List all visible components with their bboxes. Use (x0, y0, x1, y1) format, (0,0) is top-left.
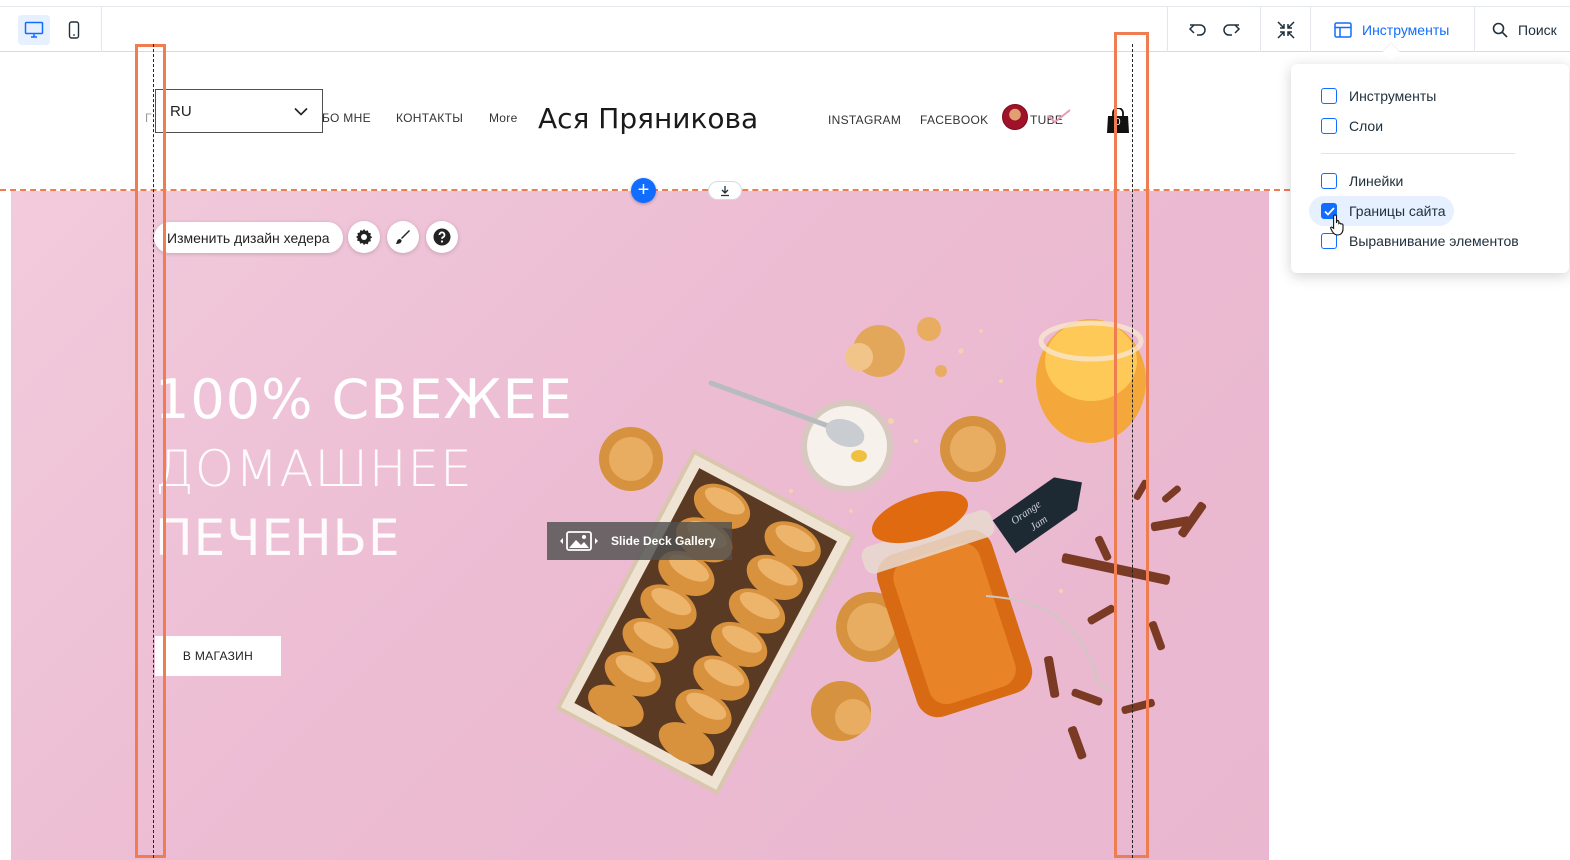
download-icon (721, 185, 729, 196)
tools-item-layers[interactable]: Слои (1321, 114, 1383, 138)
redo-button[interactable] (1215, 15, 1247, 45)
jam-tag: Orange Jam (992, 477, 1082, 554)
undo-icon (1188, 24, 1206, 36)
tools-item-rulers[interactable]: Линейки (1321, 169, 1403, 193)
check-mark-icon (1047, 109, 1071, 124)
avatar[interactable] (1002, 104, 1028, 130)
canvas-outside-area (1269, 191, 1570, 860)
tools-item-label: Выравнивание элементов (1349, 233, 1519, 249)
tools-item-alignment[interactable]: Выравнивание элементов (1321, 229, 1519, 253)
tools-item-label: Слои (1349, 118, 1384, 134)
language-selector[interactable]: RU (155, 89, 323, 133)
help-icon (433, 228, 451, 246)
edit-header-design-button[interactable]: Изменить дизайн хедера (154, 222, 343, 253)
toolbar-divider (1310, 7, 1311, 52)
search-icon (1492, 22, 1508, 38)
redo-icon (1223, 24, 1241, 36)
undo-button[interactable] (1182, 15, 1214, 45)
tools-item-label: Линейки (1349, 173, 1404, 189)
tools-panel-divider (1321, 153, 1515, 154)
editor-toolbar: Инструменты Поиск (0, 6, 1570, 52)
hand-cursor-icon (1330, 214, 1344, 236)
mobile-icon (68, 21, 80, 39)
language-value: RU (170, 102, 192, 120)
nav-item-more[interactable]: More (489, 111, 518, 125)
hero-title-line-3[interactable]: ПЕЧЕНЬЕ (155, 509, 401, 567)
editor-window: Инструменты Поиск Г RU БО МНЕ КОНТАКТЫ M… (0, 0, 1570, 860)
site-boundary-right-dashed-guide (1132, 44, 1133, 858)
tools-icon (1334, 21, 1352, 38)
tools-checkbox[interactable] (1321, 88, 1337, 104)
site-title[interactable]: Ася Пряникова (538, 102, 758, 135)
zoom-out-icon (1277, 21, 1295, 39)
nav-item-contacts[interactable]: КОНТАКТЫ (396, 111, 463, 125)
social-instagram[interactable]: INSTAGRAM (828, 113, 901, 127)
cookie-box (555, 449, 856, 796)
tools-panel: Инструменты Слои Линейки Границы сайта В… (1291, 64, 1569, 273)
mobile-view-button[interactable] (58, 15, 90, 45)
gallery-icon (560, 531, 598, 551)
toolbar-divider (101, 7, 102, 52)
hero-title-line-1[interactable]: 100% СВЕЖЕЕ (155, 368, 573, 431)
slide-deck-gallery-label[interactable]: Slide Deck Gallery (547, 522, 732, 560)
hero-title-line-2[interactable]: ДОМАШНЕЕ (155, 440, 473, 498)
search-button[interactable]: Поиск (1476, 7, 1570, 52)
search-label: Поиск (1518, 21, 1557, 38)
nav-item-about[interactable]: БО МНЕ (322, 111, 371, 125)
rulers-checkbox[interactable] (1321, 173, 1337, 189)
chevron-down-icon (294, 107, 308, 116)
header-design-button[interactable] (387, 221, 419, 253)
toolbar-divider (1167, 7, 1168, 52)
help-button[interactable] (426, 221, 458, 253)
layers-checkbox[interactable] (1321, 118, 1337, 134)
zoom-out-button[interactable] (1270, 15, 1302, 45)
stretch-header-button[interactable] (708, 181, 742, 200)
tools-item-toolbars[interactable]: Инструменты (1321, 84, 1436, 108)
add-section-button[interactable]: + (631, 178, 656, 203)
header-settings-button[interactable] (348, 221, 380, 253)
site-boundary-left (135, 44, 166, 858)
gallery-label-text: Slide Deck Gallery (611, 534, 716, 548)
tools-tab[interactable]: Инструменты (1320, 7, 1474, 52)
gear-icon (356, 229, 373, 245)
desktop-view-button[interactable] (18, 15, 50, 45)
tools-tab-label: Инструменты (1362, 21, 1450, 38)
social-facebook[interactable]: FACEBOOK (920, 113, 988, 127)
shop-button[interactable]: В МАГАЗИН (155, 636, 281, 676)
desktop-icon (24, 21, 44, 38)
tools-item-label: Границы сайта (1349, 203, 1446, 219)
toolbar-divider (1260, 7, 1261, 52)
site-boundary-left-dashed-guide (153, 44, 154, 858)
brush-icon (396, 230, 410, 244)
toolbar-divider (1474, 7, 1475, 52)
tools-item-label: Инструменты (1349, 88, 1437, 104)
